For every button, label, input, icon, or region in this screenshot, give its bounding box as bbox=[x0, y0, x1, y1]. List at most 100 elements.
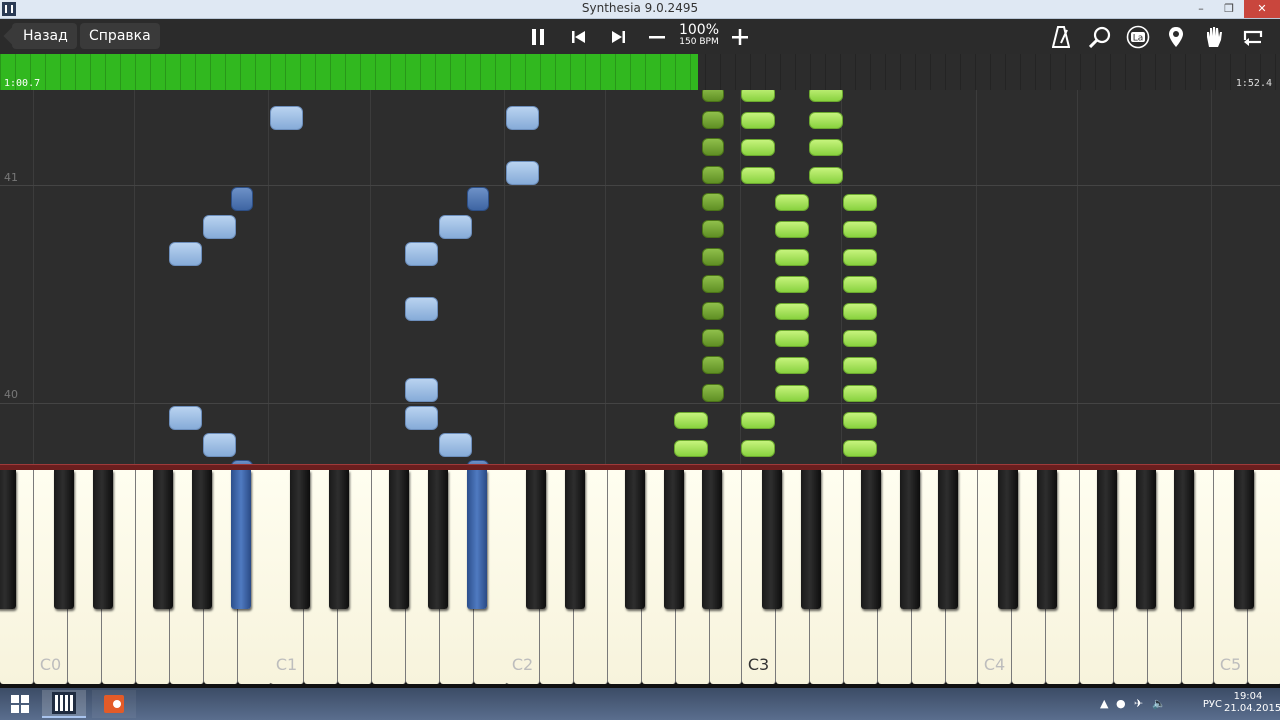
speed-display: 100% 150 BPM bbox=[678, 23, 720, 48]
search-icon[interactable] bbox=[1085, 22, 1115, 52]
black-key[interactable] bbox=[93, 470, 113, 609]
black-key-active[interactable] bbox=[231, 470, 251, 609]
volume-icon[interactable]: 🔈 bbox=[1152, 697, 1166, 710]
black-key[interactable] bbox=[290, 470, 310, 609]
black-key[interactable] bbox=[1234, 470, 1254, 609]
close-button[interactable]: ✕ bbox=[1244, 0, 1280, 18]
grid-line bbox=[1211, 90, 1212, 464]
minimize-button[interactable]: – bbox=[1188, 0, 1214, 18]
black-key[interactable] bbox=[329, 470, 349, 609]
grid-line bbox=[33, 90, 34, 464]
clock-date: 21.04.2015 bbox=[1224, 703, 1280, 714]
black-key[interactable] bbox=[938, 470, 958, 609]
record-tray-icon[interactable]: ● bbox=[1116, 697, 1126, 710]
note bbox=[809, 167, 843, 184]
pause-icon[interactable] bbox=[523, 22, 553, 52]
next-icon[interactable] bbox=[603, 22, 633, 52]
note bbox=[203, 215, 236, 239]
note bbox=[843, 221, 877, 238]
black-key[interactable] bbox=[664, 470, 684, 609]
black-key[interactable] bbox=[1136, 470, 1156, 609]
note bbox=[674, 412, 708, 429]
black-key[interactable] bbox=[0, 470, 16, 609]
black-key[interactable] bbox=[54, 470, 74, 609]
black-key[interactable] bbox=[861, 470, 881, 609]
speed-bpm: 150 BPM bbox=[679, 37, 719, 47]
note bbox=[702, 248, 724, 266]
song-progress-bar[interactable]: 1:00.7 1:52.4 bbox=[0, 54, 1280, 90]
black-key[interactable] bbox=[900, 470, 920, 609]
note bbox=[702, 329, 724, 347]
black-key[interactable] bbox=[153, 470, 173, 609]
toolbar: Назад Справка 100% 150 BPM La bbox=[0, 19, 1280, 55]
measure-number: 41 bbox=[4, 171, 18, 184]
loop-icon[interactable] bbox=[1238, 22, 1268, 52]
windows-logo-icon bbox=[11, 695, 29, 713]
black-key[interactable] bbox=[762, 470, 782, 609]
note bbox=[702, 220, 724, 238]
note bbox=[843, 385, 877, 402]
black-key-active[interactable] bbox=[467, 470, 487, 609]
minus-icon[interactable] bbox=[642, 22, 672, 52]
black-key[interactable] bbox=[1174, 470, 1194, 609]
note bbox=[741, 90, 775, 102]
taskbar-synthesia[interactable] bbox=[42, 690, 86, 718]
black-key[interactable] bbox=[192, 470, 212, 609]
show-hidden-icons-icon[interactable]: ▲ bbox=[1100, 697, 1108, 710]
black-key[interactable] bbox=[998, 470, 1018, 609]
black-key[interactable] bbox=[801, 470, 821, 609]
black-key[interactable] bbox=[526, 470, 546, 609]
maximize-button[interactable]: ❐ bbox=[1216, 0, 1242, 18]
speed-percent: 100% bbox=[678, 22, 720, 38]
note bbox=[741, 139, 775, 156]
metronome-icon[interactable] bbox=[1046, 22, 1076, 52]
airplane-icon[interactable]: ✈ bbox=[1134, 697, 1143, 710]
plus-icon[interactable] bbox=[725, 22, 755, 52]
black-key[interactable] bbox=[625, 470, 645, 609]
location-pin-icon[interactable] bbox=[1161, 22, 1191, 52]
note bbox=[843, 276, 877, 293]
language-indicator[interactable]: РУС bbox=[1203, 699, 1222, 710]
measure-number: 40 bbox=[4, 388, 18, 401]
note bbox=[506, 161, 539, 185]
title-bar: Synthesia 9.0.2495 – ❐ ✕ bbox=[0, 0, 1280, 19]
note bbox=[405, 297, 438, 321]
total-time: 1:52.4 bbox=[1235, 78, 1272, 89]
grid-line bbox=[268, 90, 269, 464]
note bbox=[702, 166, 724, 184]
black-key[interactable] bbox=[702, 470, 722, 609]
note bbox=[843, 357, 877, 374]
grid-line bbox=[976, 90, 977, 464]
octave-label: C4 bbox=[983, 655, 1006, 674]
help-button[interactable]: Справка bbox=[80, 23, 160, 49]
back-button[interactable]: Назад bbox=[12, 23, 77, 49]
note bbox=[506, 106, 539, 130]
piano-keyboard[interactable]: C0 C1 C2 C3 C4 C5 bbox=[0, 470, 1280, 688]
note bbox=[405, 378, 438, 402]
octave-label: C2 bbox=[511, 655, 534, 674]
taskbar: ▲ ● ✈ 🔈 РУС 19:04 21.04.2015 bbox=[0, 688, 1280, 720]
note bbox=[741, 440, 775, 457]
taskbar-recorder[interactable] bbox=[92, 690, 136, 718]
black-key[interactable] bbox=[1037, 470, 1057, 609]
note bbox=[775, 249, 809, 266]
note bbox=[439, 215, 472, 239]
note bbox=[775, 303, 809, 320]
recorder-icon bbox=[104, 695, 124, 713]
octave-label: C5 bbox=[1219, 655, 1242, 674]
hand-icon[interactable] bbox=[1199, 22, 1229, 52]
la-icon[interactable]: La bbox=[1123, 22, 1153, 52]
black-key[interactable] bbox=[1097, 470, 1117, 609]
note bbox=[203, 433, 236, 457]
black-key[interactable] bbox=[565, 470, 585, 609]
note bbox=[775, 276, 809, 293]
elapsed-time: 1:00.7 bbox=[4, 78, 41, 89]
start-button[interactable] bbox=[0, 688, 40, 720]
note bbox=[405, 406, 438, 430]
note bbox=[809, 112, 843, 129]
previous-icon[interactable] bbox=[564, 22, 594, 52]
clock[interactable]: 19:04 21.04.2015 bbox=[1224, 691, 1280, 715]
note bbox=[775, 194, 809, 211]
black-key[interactable] bbox=[389, 470, 409, 609]
black-key[interactable] bbox=[428, 470, 448, 609]
